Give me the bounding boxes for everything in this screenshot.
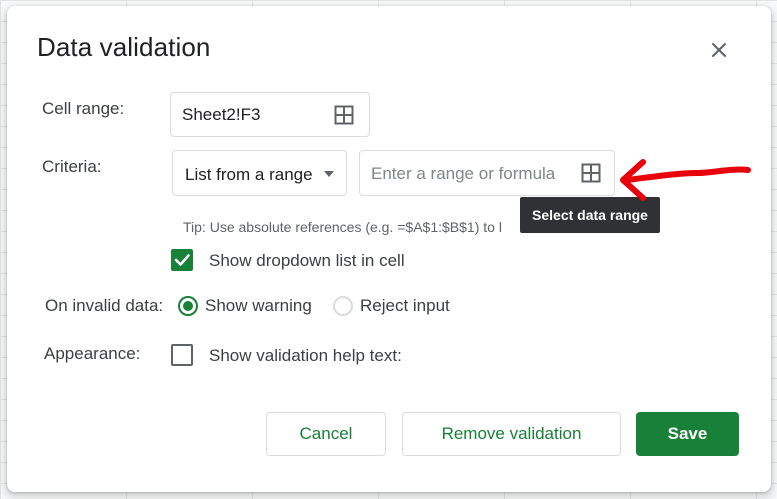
grid-select-icon[interactable] bbox=[581, 163, 601, 183]
close-button[interactable] bbox=[705, 36, 733, 64]
data-validation-dialog: Data validation Cell range: Sheet2!F3 Cr… bbox=[7, 6, 771, 492]
cell-range-input[interactable]: Sheet2!F3 bbox=[170, 92, 370, 137]
invalid-data-label: On invalid data: bbox=[45, 296, 164, 315]
show-help-text-label: Show validation help text: bbox=[209, 346, 402, 365]
close-icon bbox=[712, 43, 726, 57]
show-warning-radio[interactable] bbox=[178, 296, 198, 316]
show-dropdown-label: Show dropdown list in cell bbox=[209, 251, 405, 270]
remove-validation-button[interactable]: Remove validation bbox=[402, 412, 621, 456]
reject-input-label: Reject input bbox=[360, 296, 450, 315]
red-arrow-annotation bbox=[620, 159, 751, 201]
show-dropdown-checkbox[interactable] bbox=[171, 249, 193, 271]
dialog-title: Data validation bbox=[37, 32, 211, 62]
criteria-type-value: List from a range bbox=[185, 165, 313, 184]
grid-select-icon[interactable] bbox=[334, 105, 354, 125]
cell-range-value: Sheet2!F3 bbox=[182, 105, 261, 124]
show-help-text-checkbox[interactable] bbox=[171, 344, 193, 366]
save-button[interactable]: Save bbox=[636, 412, 739, 456]
criteria-range-input[interactable]: Enter a range or formula bbox=[359, 150, 615, 196]
criteria-type-select[interactable]: List from a range bbox=[172, 150, 347, 196]
reject-input-radio[interactable] bbox=[333, 296, 353, 316]
cancel-button[interactable]: Cancel bbox=[266, 412, 386, 456]
show-warning-label: Show warning bbox=[205, 296, 312, 315]
criteria-tip: Tip: Use absolute references (e.g. =$A$1… bbox=[183, 219, 502, 235]
cell-range-label: Cell range: bbox=[42, 99, 125, 118]
appearance-label: Appearance: bbox=[44, 344, 141, 363]
caret-down-icon bbox=[324, 171, 334, 177]
criteria-label: Criteria: bbox=[42, 157, 102, 176]
checkmark-icon bbox=[174, 254, 190, 266]
criteria-range-placeholder: Enter a range or formula bbox=[371, 164, 556, 183]
